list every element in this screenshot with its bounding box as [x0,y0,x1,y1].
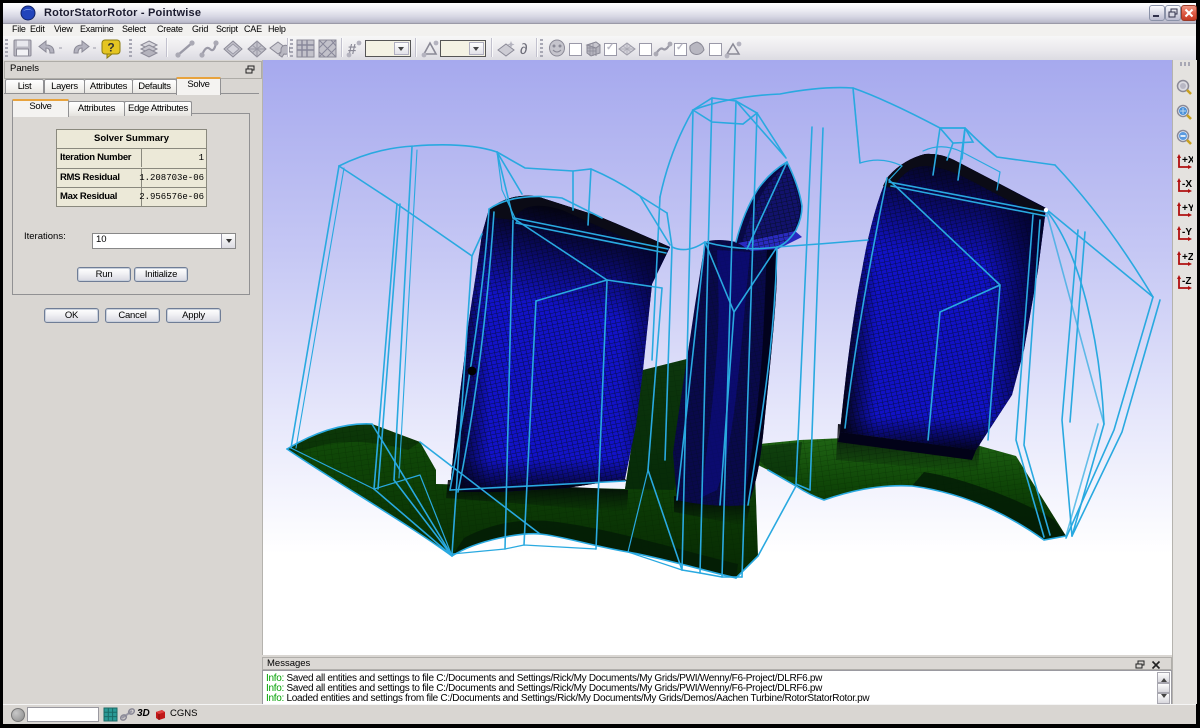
svg-text:-Z: -Z [1182,276,1191,287]
svg-text:∂: ∂ [520,41,527,58]
svg-text:-X: -X [1182,179,1192,190]
svg-text:+Z: +Z [1182,252,1193,263]
svg-text:?: ? [107,41,114,55]
svg-text:+Y: +Y [1182,203,1193,214]
svg-text:+X: +X [1182,155,1193,166]
svg-text:-Y: -Y [1182,227,1192,238]
